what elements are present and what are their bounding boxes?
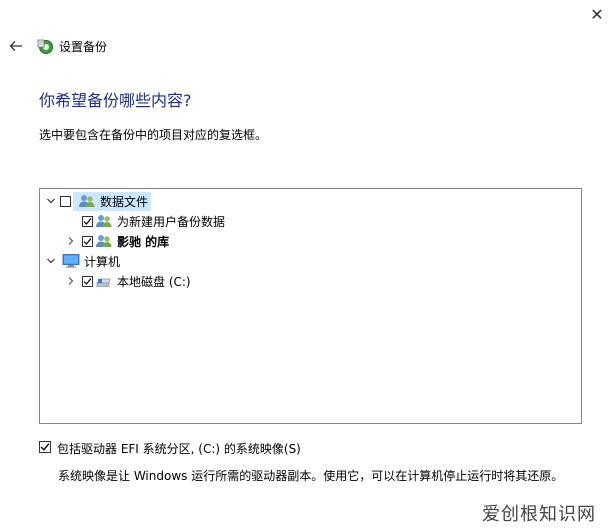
tree-checkbox-checked[interactable] <box>82 215 93 227</box>
tree-item-computer[interactable]: 计算机 <box>46 251 120 271</box>
drive-icon <box>96 278 111 287</box>
close-button[interactable]: ✕ <box>578 0 616 28</box>
checkmark-icon <box>83 277 92 285</box>
monitor-icon <box>62 254 80 268</box>
tree-item-new-users[interactable]: 为新建用户备份数据 <box>82 211 225 231</box>
expand-chevron-down-icon[interactable] <box>46 196 56 206</box>
instruction-text: 选中要包含在备份中的项目对应的复选框。 <box>39 128 268 142</box>
expand-chevron-right-icon[interactable] <box>66 276 76 286</box>
include-system-image-checkbox[interactable] <box>39 441 51 453</box>
tree-item-user-library[interactable]: 影驰 的库 <box>66 231 169 251</box>
include-system-image-label[interactable]: 包括驱动器 EFI 系统分区, (C:) 的系统映像(S) <box>57 440 301 457</box>
tree-item-label: 计算机 <box>84 254 121 269</box>
back-arrow-icon <box>9 41 22 51</box>
tree-checkbox[interactable] <box>60 195 71 207</box>
tree-item-data-files[interactable]: 数据文件 <box>46 191 152 211</box>
expand-chevron-down-icon[interactable] <box>46 256 56 266</box>
watermark: 爱创根知识网 <box>482 504 596 525</box>
checkmark-icon <box>83 237 92 245</box>
tree-checkbox-checked[interactable] <box>82 275 93 287</box>
tree-item-label: 本地磁盘 (C:) <box>117 274 191 289</box>
backup-tree[interactable]: 数据文件 为新建用户备份数据 影驰 的库 计算机 本地磁盘 (C:) <box>39 188 582 424</box>
back-button[interactable] <box>8 38 24 54</box>
backup-icon <box>36 37 54 55</box>
tree-item-label: 影驰 的库 <box>117 234 170 249</box>
tree-checkbox-checked[interactable] <box>82 235 93 247</box>
checkmark-icon <box>40 443 50 451</box>
close-icon: ✕ <box>590 4 604 24</box>
window-title: 设置备份 <box>59 40 108 54</box>
users-group-icon <box>96 235 112 247</box>
page-heading: 你希望备份哪些内容? <box>39 91 192 110</box>
checkmark-icon <box>83 217 92 225</box>
users-group-icon <box>96 215 112 227</box>
expand-chevron-right-icon[interactable] <box>66 236 76 246</box>
tree-item-label: 数据文件 <box>100 194 149 209</box>
system-image-description: 系统映像是让 Windows 运行所需的驱动器副本。使用它，可以在计算机停止运行… <box>58 469 564 483</box>
tree-item-local-disk[interactable]: 本地磁盘 (C:) <box>66 271 191 291</box>
users-group-icon <box>79 195 95 207</box>
tree-item-label: 为新建用户备份数据 <box>117 214 226 229</box>
